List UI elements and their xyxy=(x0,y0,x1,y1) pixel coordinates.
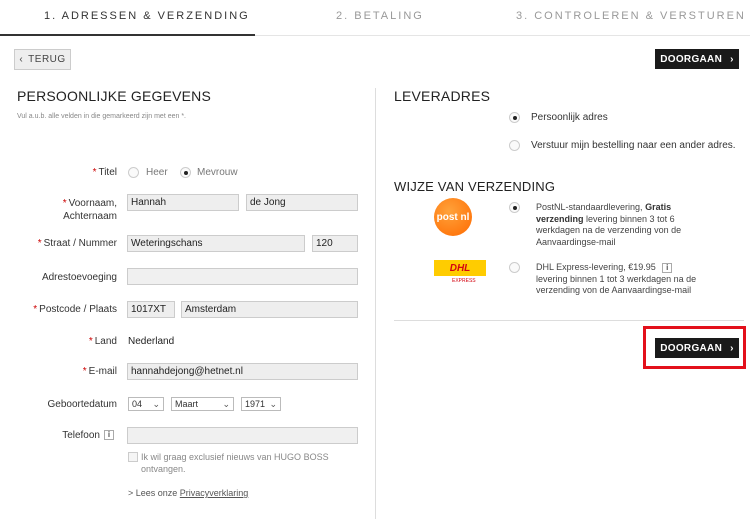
step-review[interactable]: 3. CONTROLEREN & VERSTUREN xyxy=(516,10,746,22)
postnl-option-text[interactable]: PostNL-standaardlevering, Gratis verzend… xyxy=(536,202,706,248)
name-label: * Voornaam, Achternaam xyxy=(62,198,117,222)
shipping-radio-postnl[interactable] xyxy=(509,202,520,213)
dhl-logo-sub: EXPRESS xyxy=(452,278,476,284)
last-name-field[interactable]: de Jong xyxy=(246,194,358,211)
postcode-label: * Postcode / Plaats xyxy=(33,304,117,315)
info-icon[interactable]: i xyxy=(662,263,673,273)
shipping-method-heading: WIJZE VAN VERZENDING xyxy=(394,179,556,194)
first-name-field[interactable]: Hannah xyxy=(127,194,239,211)
shipping-radio-dhl[interactable] xyxy=(509,262,520,273)
birth-year-value: 1971 xyxy=(245,399,266,409)
title-option-heer[interactable]: Heer xyxy=(146,167,168,178)
country-value: Nederland xyxy=(128,336,175,347)
back-button[interactable]: ‹ TERUG xyxy=(14,49,71,70)
email-field[interactable]: hannahdejong@hetnet.nl xyxy=(127,363,358,380)
continue-button-label: DOORGAAN xyxy=(660,53,723,65)
info-icon[interactable]: i xyxy=(104,430,114,440)
birthdate-label: Geboortedatum xyxy=(47,399,118,410)
street-field[interactable]: Weteringschans xyxy=(127,235,305,252)
chevron-down-icon: ⌄ xyxy=(269,398,277,409)
checkout-steps: 1. ADRESSEN & VERZENDING 2. BETALING 3. … xyxy=(0,0,750,36)
chevron-down-icon: ⌄ xyxy=(222,398,230,409)
phone-field[interactable] xyxy=(127,427,358,444)
phone-label: Telefoon xyxy=(62,430,100,441)
delivery-radio-other[interactable] xyxy=(509,140,520,151)
shipping-divider xyxy=(394,320,744,321)
dhl-logo: DHL xyxy=(434,260,486,276)
newsletter-checkbox[interactable] xyxy=(128,452,138,462)
column-divider xyxy=(375,88,376,519)
street-label: * Straat / Nummer xyxy=(37,238,117,249)
chevron-down-icon: ⌄ xyxy=(152,398,160,409)
continue-button-top[interactable]: DOORGAAN › xyxy=(655,49,739,69)
birth-year-select[interactable]: 1971 ⌄ xyxy=(241,397,281,411)
address-addition-field[interactable] xyxy=(127,268,358,285)
delivery-address-heading: LEVERADRES xyxy=(394,88,491,104)
privacy-prefix: > Lees onze xyxy=(128,488,180,498)
delivery-option-personal[interactable]: Persoonlijk adres xyxy=(531,112,608,123)
city-field[interactable]: Amsterdam xyxy=(181,301,358,318)
chevron-left-icon: ‹ xyxy=(19,54,24,65)
birth-day-select[interactable]: 04 ⌄ xyxy=(128,397,164,411)
privacy-line: > Lees onze Privacyverklaring xyxy=(128,488,248,498)
step-payment[interactable]: 2. BETALING xyxy=(336,10,424,22)
title-radio-mevrouw[interactable] xyxy=(180,167,191,178)
delivery-option-other[interactable]: Verstuur mijn bestelling naar een ander … xyxy=(531,140,736,151)
house-number-field[interactable]: 120 xyxy=(312,235,358,252)
newsletter-label[interactable]: Ik wil graag exclusief nieuws van HUGO B… xyxy=(141,451,361,475)
title-label: * Titel xyxy=(92,167,117,178)
dhl-option-text[interactable]: DHL Express-levering, €19.95 i levering … xyxy=(536,262,716,297)
step-addresses[interactable]: 1. ADRESSEN & VERZENDING xyxy=(44,10,250,22)
email-label: * E-mail xyxy=(82,366,117,377)
chevron-right-icon: › xyxy=(730,53,734,65)
privacy-link[interactable]: Privacyverklaring xyxy=(180,488,249,498)
postnl-logo: post nl xyxy=(434,198,472,236)
birth-month-select[interactable]: Maart ⌄ xyxy=(171,397,234,411)
birth-day-value: 04 xyxy=(132,399,143,409)
highlight-box xyxy=(643,326,746,369)
address-addition-label: Adrestoevoeging xyxy=(41,272,117,283)
country-label: * Land xyxy=(88,336,117,347)
title-option-mevrouw[interactable]: Mevrouw xyxy=(197,167,238,178)
active-step-indicator xyxy=(0,34,255,36)
back-button-label: TERUG xyxy=(28,54,66,65)
birth-month-value: Maart xyxy=(175,399,199,409)
required-fields-note: Vul a.u.b. alle velden in die gemarkeerd… xyxy=(17,113,187,120)
postcode-field[interactable]: 1017XT xyxy=(127,301,175,318)
title-radio-heer[interactable] xyxy=(128,167,139,178)
delivery-radio-personal[interactable] xyxy=(509,112,520,123)
personal-details-heading: PERSOONLIJKE GEGEVENS xyxy=(17,88,212,104)
